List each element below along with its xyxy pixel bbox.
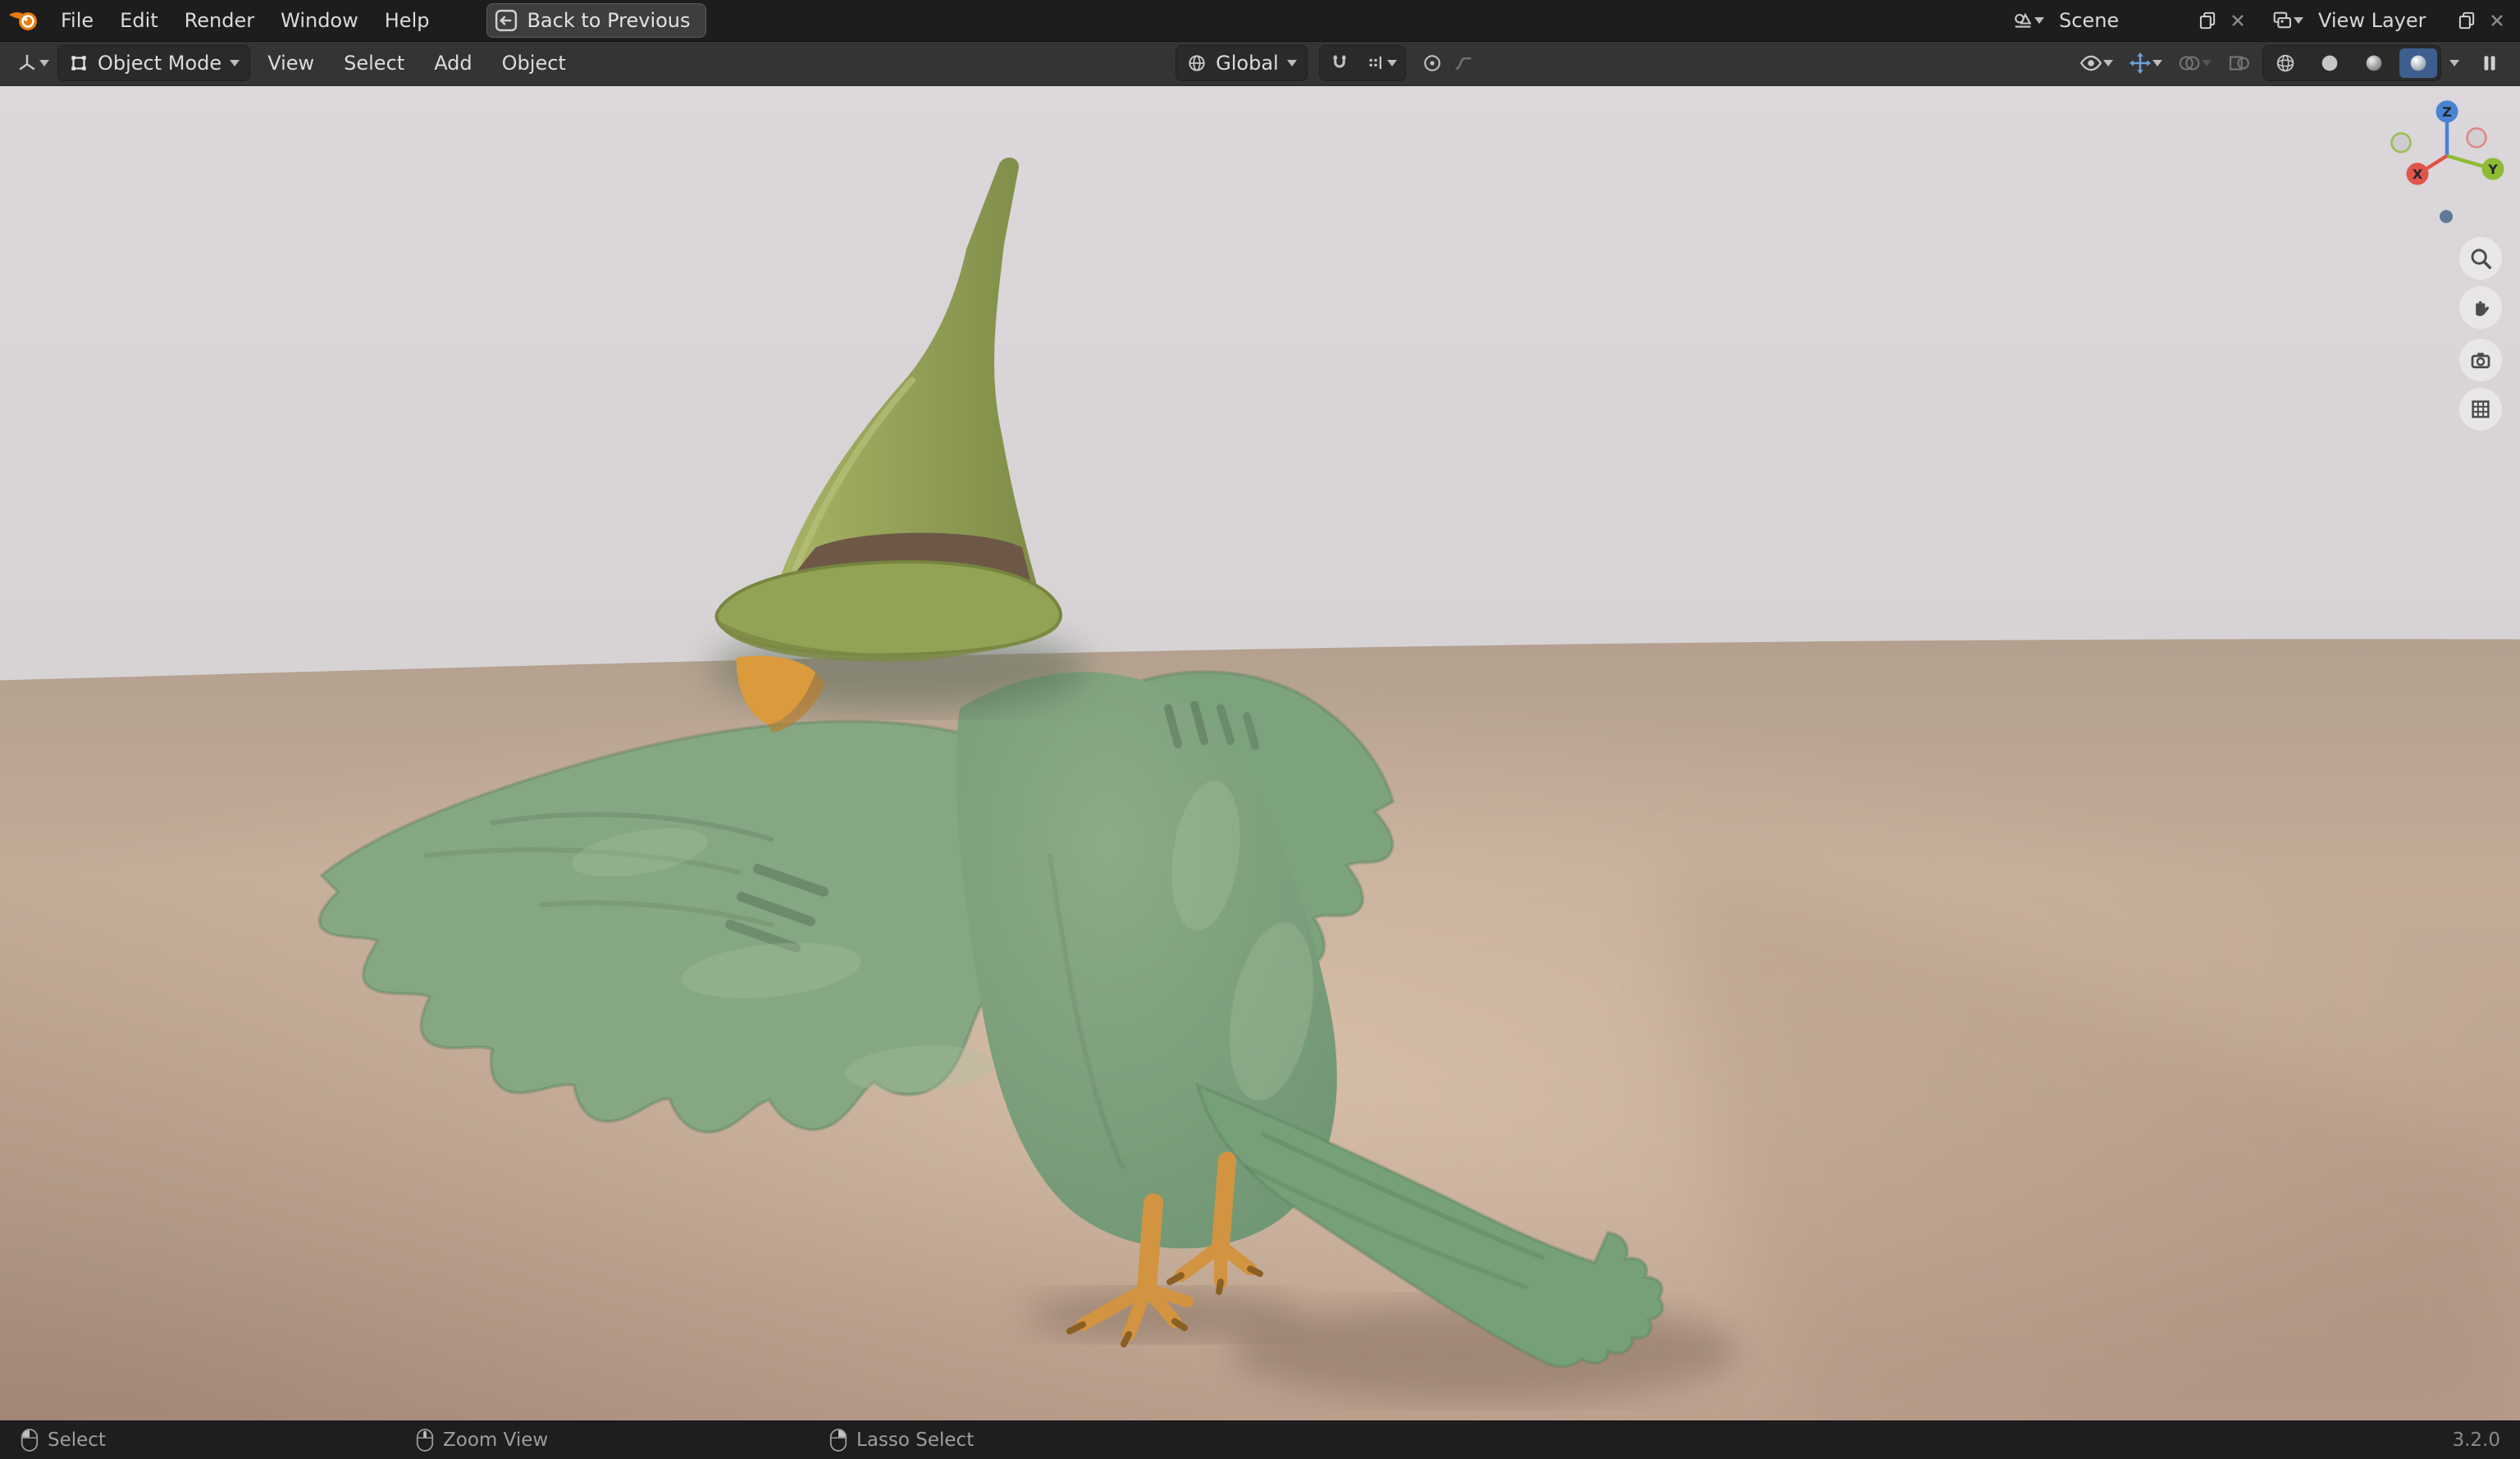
show-overlays-toggle[interactable] (2174, 48, 2215, 79)
proportional-falloff-dropdown[interactable] (1449, 48, 1478, 78)
proportional-edit-controls (1418, 48, 1478, 78)
camera-view-button[interactable] (2459, 339, 2502, 381)
menu-file[interactable]: File (48, 0, 107, 41)
chevron-down-icon (230, 60, 240, 66)
chevron-down-icon (2034, 17, 2044, 24)
chevron-down-icon (2449, 60, 2460, 66)
topbar: File Edit Render Window Help Back to Pre… (0, 0, 2520, 42)
view-layer-name-field[interactable]: View Layer (2310, 9, 2449, 32)
transform-orientation-selector[interactable]: Global (1176, 45, 1308, 81)
hint-zoom-view-label: Zoom View (443, 1429, 549, 1451)
shading-mode-switch (2262, 45, 2442, 81)
gizmo-minus-x-axis[interactable] (2466, 127, 2487, 148)
menu-edit[interactable]: Edit (107, 0, 171, 41)
scene-selector: Scene (2008, 6, 2251, 35)
menu-add[interactable]: Add (422, 52, 484, 75)
navigation-gizmo[interactable]: Z Y X (2385, 92, 2509, 231)
menu-render[interactable]: Render (171, 0, 267, 41)
mouse-middle-icon (415, 1427, 435, 1453)
status-bar: Select Zoom View Lasso Select 3.2.0 (0, 1420, 2520, 1459)
scene-browse-button[interactable] (2008, 6, 2048, 35)
gizmo-y-label: Y (2487, 162, 2498, 177)
editor-type-button[interactable] (11, 48, 52, 79)
chevron-down-icon (2294, 17, 2303, 24)
menu-view[interactable]: View (255, 52, 326, 75)
menu-object[interactable]: Object (490, 52, 578, 75)
zoom-button[interactable] (2459, 237, 2502, 280)
mode-selector-label: Object Mode (98, 52, 222, 75)
chevron-down-icon (2103, 60, 2114, 66)
pan-hand-button[interactable] (2459, 286, 2502, 329)
chevron-down-icon (39, 60, 49, 66)
show-visibility-dropdown[interactable] (2075, 48, 2116, 79)
menu-window[interactable]: Window (267, 0, 372, 41)
viewport-header: Object Mode View Select Add Object Globa… (0, 41, 2520, 86)
gizmo-z-label: Z (2442, 104, 2452, 120)
scene-new-copy-button[interactable] (2194, 7, 2221, 34)
shading-solid-button[interactable] (2311, 48, 2349, 78)
perspective-toggle-button[interactable] (2459, 388, 2502, 431)
chevron-down-icon (1286, 60, 1297, 66)
object-mode-icon (68, 52, 89, 74)
chevron-down-icon (2152, 60, 2163, 66)
proportional-editing-toggle[interactable] (1418, 48, 1447, 78)
shading-rendered-button[interactable] (2399, 48, 2438, 78)
mouse-left-icon (20, 1427, 39, 1453)
snapping-controls (1318, 45, 1406, 81)
show-gizmo-toggle[interactable] (2125, 48, 2166, 79)
shading-wireframe-button[interactable] (2267, 48, 2304, 78)
chevron-down-icon (1386, 60, 1397, 66)
scene-unlink-button[interactable] (2225, 7, 2251, 34)
back-arrow-icon (494, 8, 518, 33)
view-layer-browse-button[interactable] (2267, 6, 2307, 35)
blender-version: 3.2.0 (2452, 1429, 2500, 1451)
chevron-down-icon (2202, 60, 2212, 66)
hint-lasso-select-label: Lasso Select (856, 1429, 975, 1451)
gizmo-minus-y-axis[interactable] (2390, 132, 2412, 153)
mouse-right-icon (829, 1427, 848, 1453)
view-layer-remove-button[interactable] (2484, 7, 2510, 34)
menu-help[interactable]: Help (372, 0, 443, 41)
scene-name-field[interactable]: Scene (2051, 9, 2190, 32)
back-to-previous-label: Back to Previous (527, 9, 691, 32)
snap-magnet-toggle[interactable] (1325, 48, 1354, 78)
back-to-previous-button[interactable]: Back to Previous (486, 3, 706, 38)
gizmo-x-label: X (2413, 166, 2423, 182)
viewport-render (0, 85, 2520, 1421)
orientation-label: Global (1216, 52, 1279, 75)
view-layer-selector: View Layer (2267, 6, 2510, 35)
toggle-xray-button[interactable] (2223, 48, 2254, 79)
viewport-3d[interactable]: Z Y X (0, 85, 2520, 1421)
shading-material-preview-button[interactable] (2355, 48, 2393, 78)
menu-select[interactable]: Select (331, 52, 417, 75)
orientation-globe-icon (1186, 52, 1208, 74)
view-layer-new-copy-button[interactable] (2453, 7, 2481, 34)
gizmo-minus-z-axis[interactable] (2440, 210, 2453, 223)
snap-target-dropdown[interactable] (1361, 48, 1400, 78)
mode-selector[interactable]: Object Mode (57, 45, 251, 81)
hint-select-label: Select (48, 1429, 106, 1451)
blender-logo-icon[interactable] (0, 0, 48, 41)
pause-icon[interactable] (2476, 49, 2504, 77)
